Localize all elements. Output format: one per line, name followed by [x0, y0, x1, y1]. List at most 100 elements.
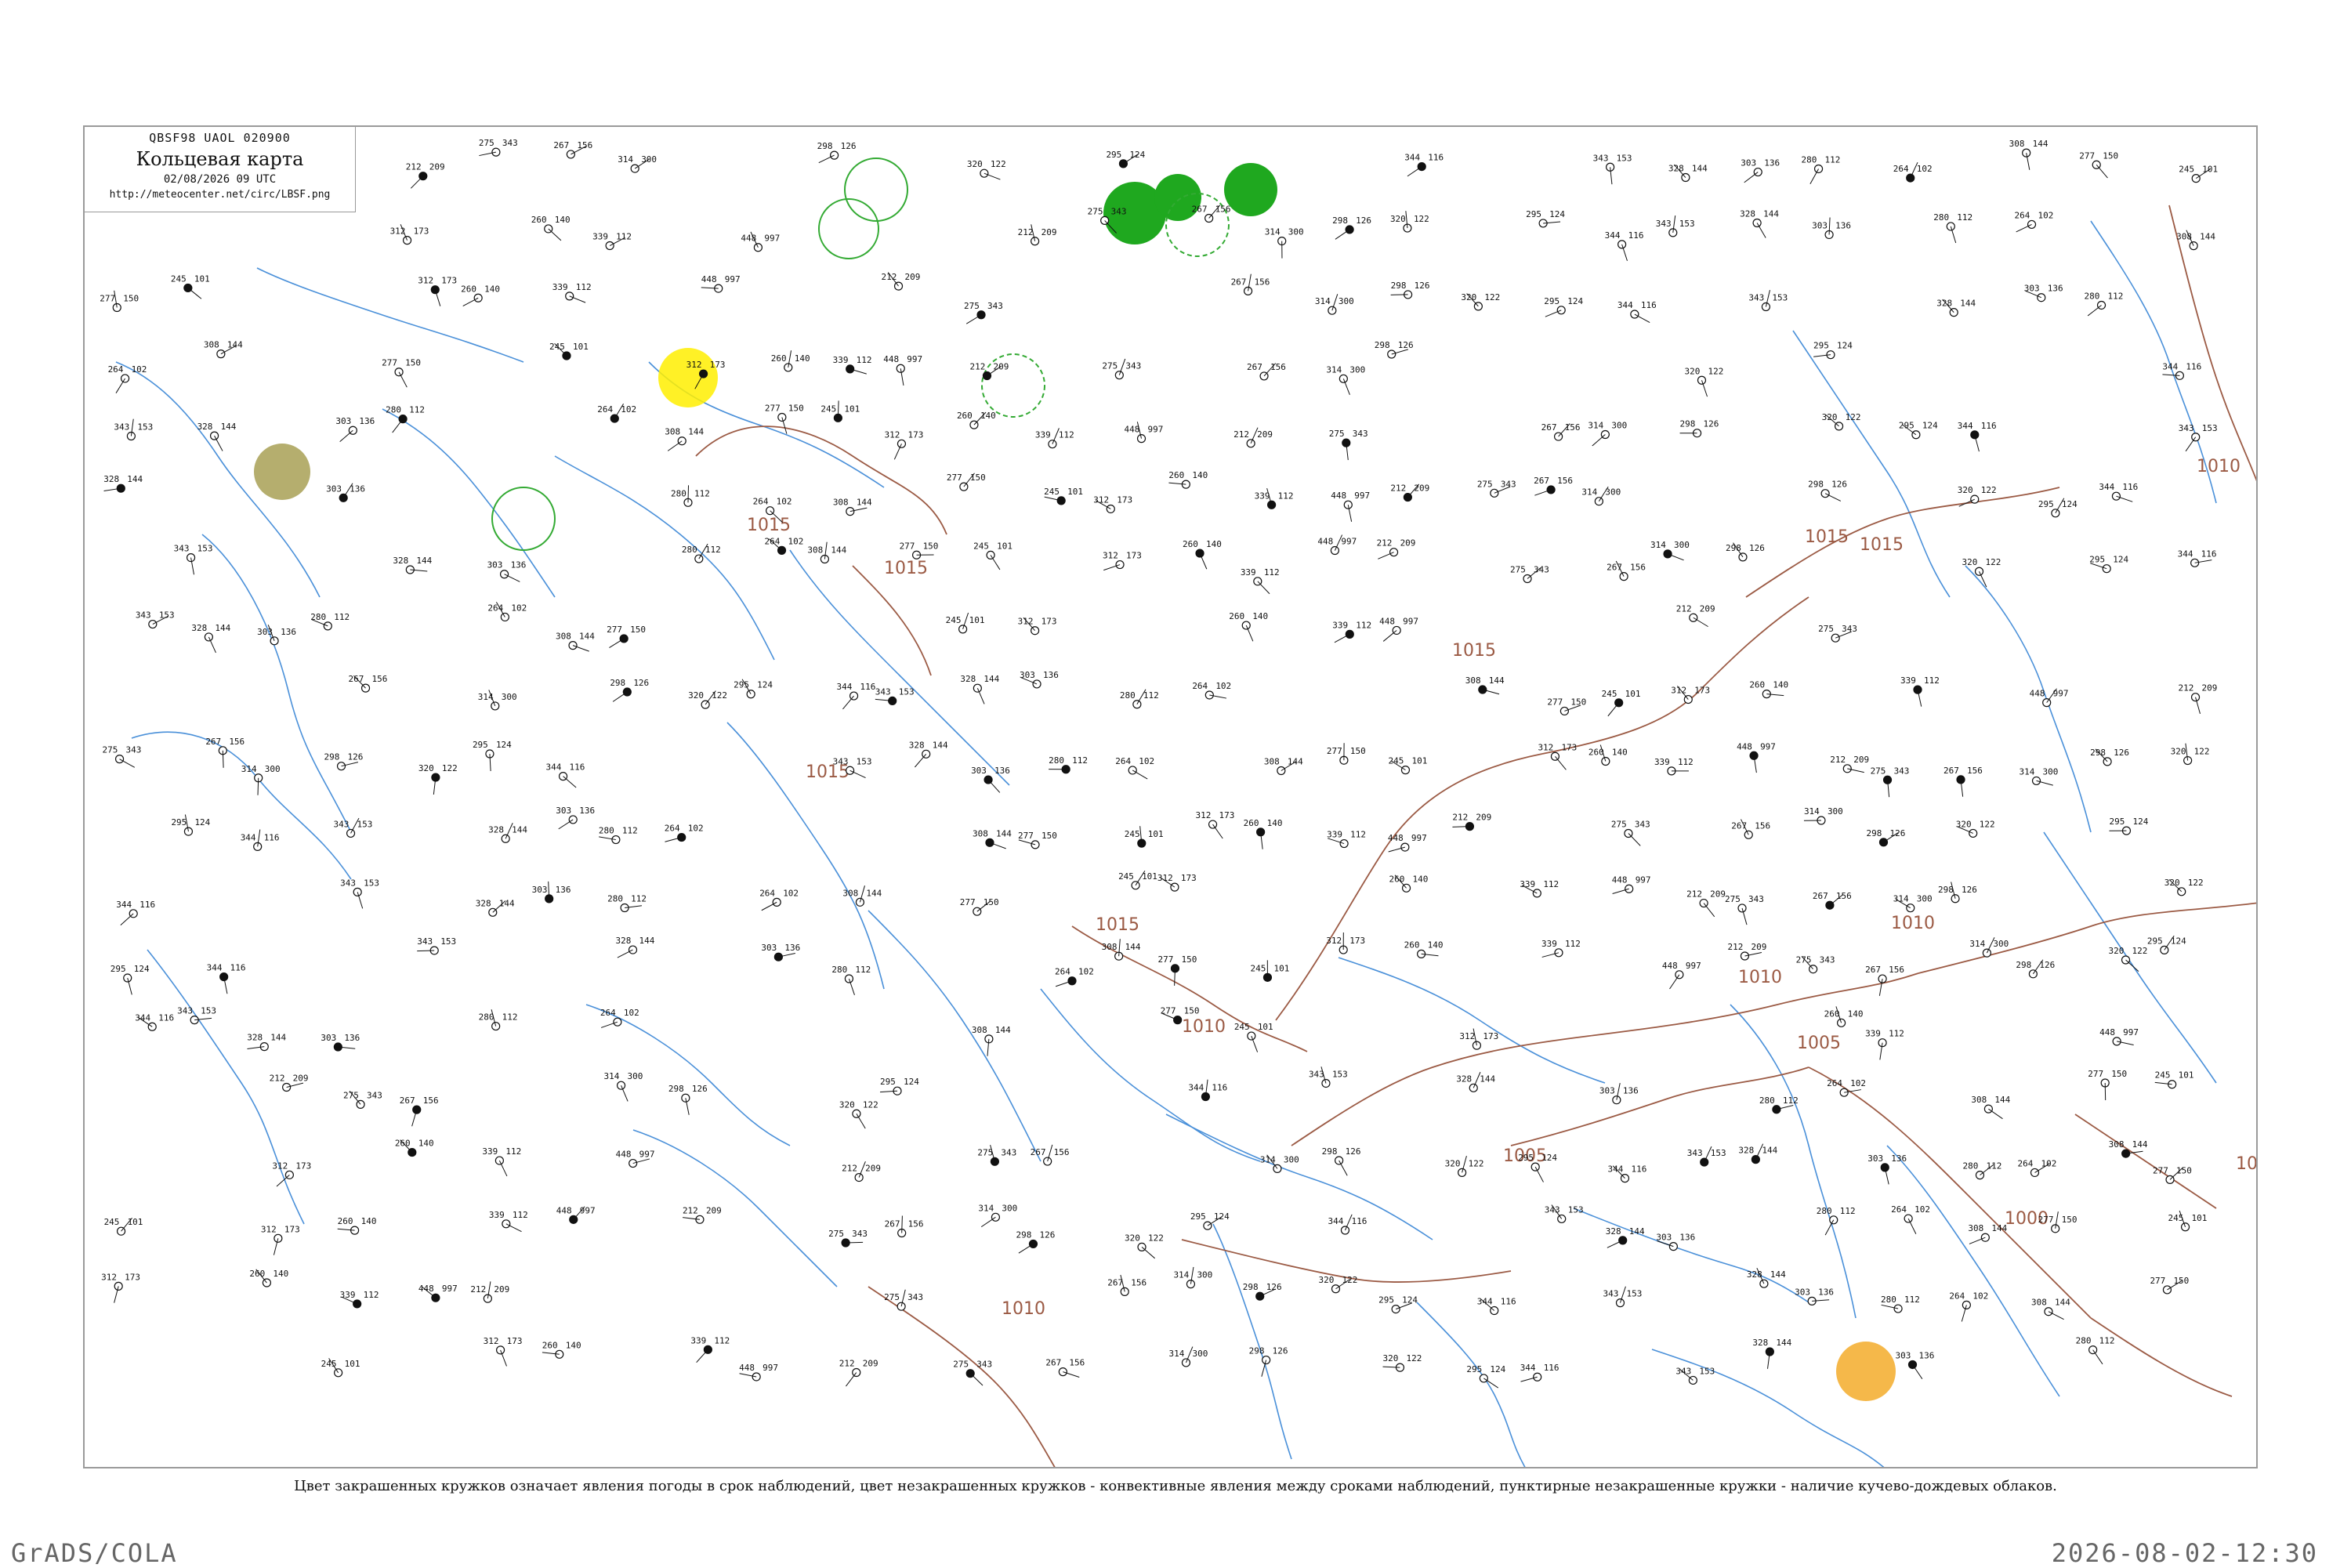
station-plot[interactable]: 344116 [1607, 1164, 1646, 1182]
station-plot[interactable]: 295124 [2089, 555, 2128, 573]
station-plot[interactable]: 344116 [1520, 1363, 1559, 1382]
station-plot[interactable]: 298126 [817, 141, 857, 163]
station-plot[interactable]: 245101 [549, 342, 589, 360]
station-plot[interactable]: 314300 [1581, 487, 1621, 505]
station-plot[interactable]: 295124 [880, 1077, 919, 1095]
station-plot[interactable]: 298126 [1016, 1229, 1055, 1253]
station-plot[interactable]: 344116 [546, 762, 585, 788]
station-plot[interactable]: 448997 [701, 274, 741, 292]
station-plot[interactable]: 267156 [1541, 422, 1581, 440]
station-plot[interactable]: 260140 [771, 350, 810, 371]
station-plot[interactable]: 298126 [1680, 419, 1719, 437]
station-plot[interactable]: 314300 [1173, 1267, 1212, 1288]
station-plot[interactable]: 339112 [1900, 675, 1940, 706]
station-plot[interactable]: 212209 [406, 162, 445, 189]
station-plot[interactable]: 298126 [324, 752, 364, 770]
station-plot[interactable]: 328144 [1738, 1144, 1777, 1164]
station-plot[interactable]: 245101 [1044, 487, 1083, 505]
station-plot[interactable]: 344116 [2099, 482, 2138, 502]
station-plot[interactable]: 212209 [470, 1281, 509, 1302]
station-plot[interactable]: 308144 [665, 427, 704, 451]
station-plot[interactable]: 343153 [174, 544, 213, 575]
station-plot[interactable]: 320122 [1125, 1233, 1164, 1258]
station-plot[interactable]: 339112 [552, 282, 592, 302]
station-plot[interactable]: 264102 [1192, 681, 1231, 699]
station-plot[interactable]: 339112 [1255, 488, 1294, 509]
station-plot[interactable]: 339112 [1541, 939, 1581, 958]
station-plot[interactable]: 280112 [1817, 1206, 1856, 1235]
station-plot[interactable]: 303136 [335, 416, 375, 441]
station-plot[interactable]: 260140 [1168, 470, 1208, 488]
station-plot[interactable]: 312173 [1196, 810, 1235, 838]
station-plot[interactable]: 343153 [334, 818, 373, 837]
station-plot[interactable]: 339112 [1865, 1029, 1904, 1060]
station-plot[interactable]: 275343 [1477, 479, 1516, 497]
station-plot[interactable]: 303136 [1795, 1287, 1834, 1305]
station-plot[interactable]: 260140 [1404, 940, 1444, 958]
station-plot[interactable]: 295124 [473, 740, 512, 771]
station-plot[interactable]: 275343 [1796, 955, 1835, 973]
station-plot[interactable]: 275343 [1102, 359, 1141, 379]
station-plot[interactable]: 308144 [1102, 939, 1141, 960]
station-plot[interactable]: 320122 [1684, 366, 1723, 397]
station-plot[interactable]: 245101 [946, 613, 985, 633]
station-plot[interactable]: 448997 [1331, 491, 1370, 522]
station-plot[interactable]: 314300 [1260, 1154, 1299, 1172]
station-plot[interactable]: 267156 [1731, 820, 1770, 839]
station-plot[interactable]: 264102 [1827, 1078, 1866, 1096]
station-plot[interactable]: 328144 [476, 898, 515, 916]
station-plot[interactable]: 267156 [1813, 891, 1852, 909]
station-plot[interactable]: 277150 [2079, 150, 2118, 178]
station-plot[interactable]: 245101 [1125, 826, 1164, 847]
station-plot[interactable]: 314300 [1893, 894, 1933, 912]
station-plot[interactable]: 308144 [833, 498, 872, 516]
station-plot[interactable]: 303136 [1896, 1350, 1935, 1378]
station-plot[interactable]: 339112 [1327, 830, 1366, 848]
station-plot[interactable]: 303136 [1599, 1083, 1639, 1104]
station-plot[interactable]: 212209 [882, 272, 921, 290]
station-plot[interactable]: 344116 [2162, 361, 2201, 379]
station-plot[interactable]: 320122 [2109, 946, 2148, 972]
station-plot[interactable]: 264102 [1055, 967, 1094, 987]
station-plot[interactable]: 295124 [1526, 209, 1565, 227]
station-plot[interactable]: 343153 [1656, 215, 1695, 237]
station-plot[interactable]: 264102 [108, 364, 147, 393]
station-plot[interactable]: 267156 [1045, 1358, 1085, 1378]
station-plot[interactable]: 308144 [1971, 1095, 2010, 1119]
station-plot[interactable]: 343153 [1687, 1146, 1726, 1166]
station-plot[interactable]: 314300 [1315, 294, 1354, 314]
station-plot[interactable]: 298126 [1322, 1146, 1361, 1175]
station-plot[interactable]: 339112 [592, 232, 632, 250]
station-plot[interactable]: 298126 [668, 1084, 708, 1115]
station-plot[interactable]: 314300 [1804, 806, 1843, 824]
station-plot[interactable]: 339112 [489, 1210, 528, 1232]
weather-circle-olive[interactable] [254, 444, 310, 500]
station-plot[interactable]: 312173 [1018, 617, 1057, 635]
station-plot[interactable]: 277150 [960, 897, 999, 915]
station-plot[interactable]: 275343 [884, 1290, 923, 1310]
station-plot[interactable]: 275343 [1611, 820, 1650, 846]
station-plot[interactable]: 280112 [386, 405, 425, 433]
station-plot[interactable]: 264102 [1893, 162, 1933, 182]
station-plot[interactable]: 267156 [205, 737, 245, 768]
station-plot[interactable]: 308144 [2031, 1298, 2070, 1320]
station-plot[interactable]: 314300 [1326, 364, 1365, 394]
station-plot[interactable]: 448997 [2099, 1027, 2139, 1045]
station-plot[interactable]: 328144 [197, 422, 237, 451]
station-plot[interactable]: 344116 [1404, 153, 1444, 176]
station-plot[interactable]: 264102 [1949, 1291, 1988, 1321]
station-plot[interactable]: 295124 [1899, 421, 1938, 439]
station-plot[interactable]: 298126 [2016, 960, 2055, 978]
station-plot[interactable]: 275343 [828, 1229, 868, 1247]
station-plot[interactable]: 267156 [885, 1216, 924, 1237]
station-plot[interactable]: 280112 [831, 965, 871, 995]
station-plot[interactable]: 277150 [100, 291, 139, 312]
station-plot[interactable]: 212209 [1727, 942, 1766, 960]
station-plot[interactable]: 267156 [1943, 766, 1983, 797]
station-plot[interactable]: 245101 [1602, 689, 1641, 716]
station-plot[interactable]: 277150 [607, 625, 646, 648]
weather-ring-green[interactable] [845, 158, 907, 221]
station-plot[interactable]: 275343 [1329, 429, 1368, 460]
station-plot[interactable]: 212209 [1452, 813, 1491, 831]
station-plot[interactable]: 277150 [1157, 954, 1197, 986]
